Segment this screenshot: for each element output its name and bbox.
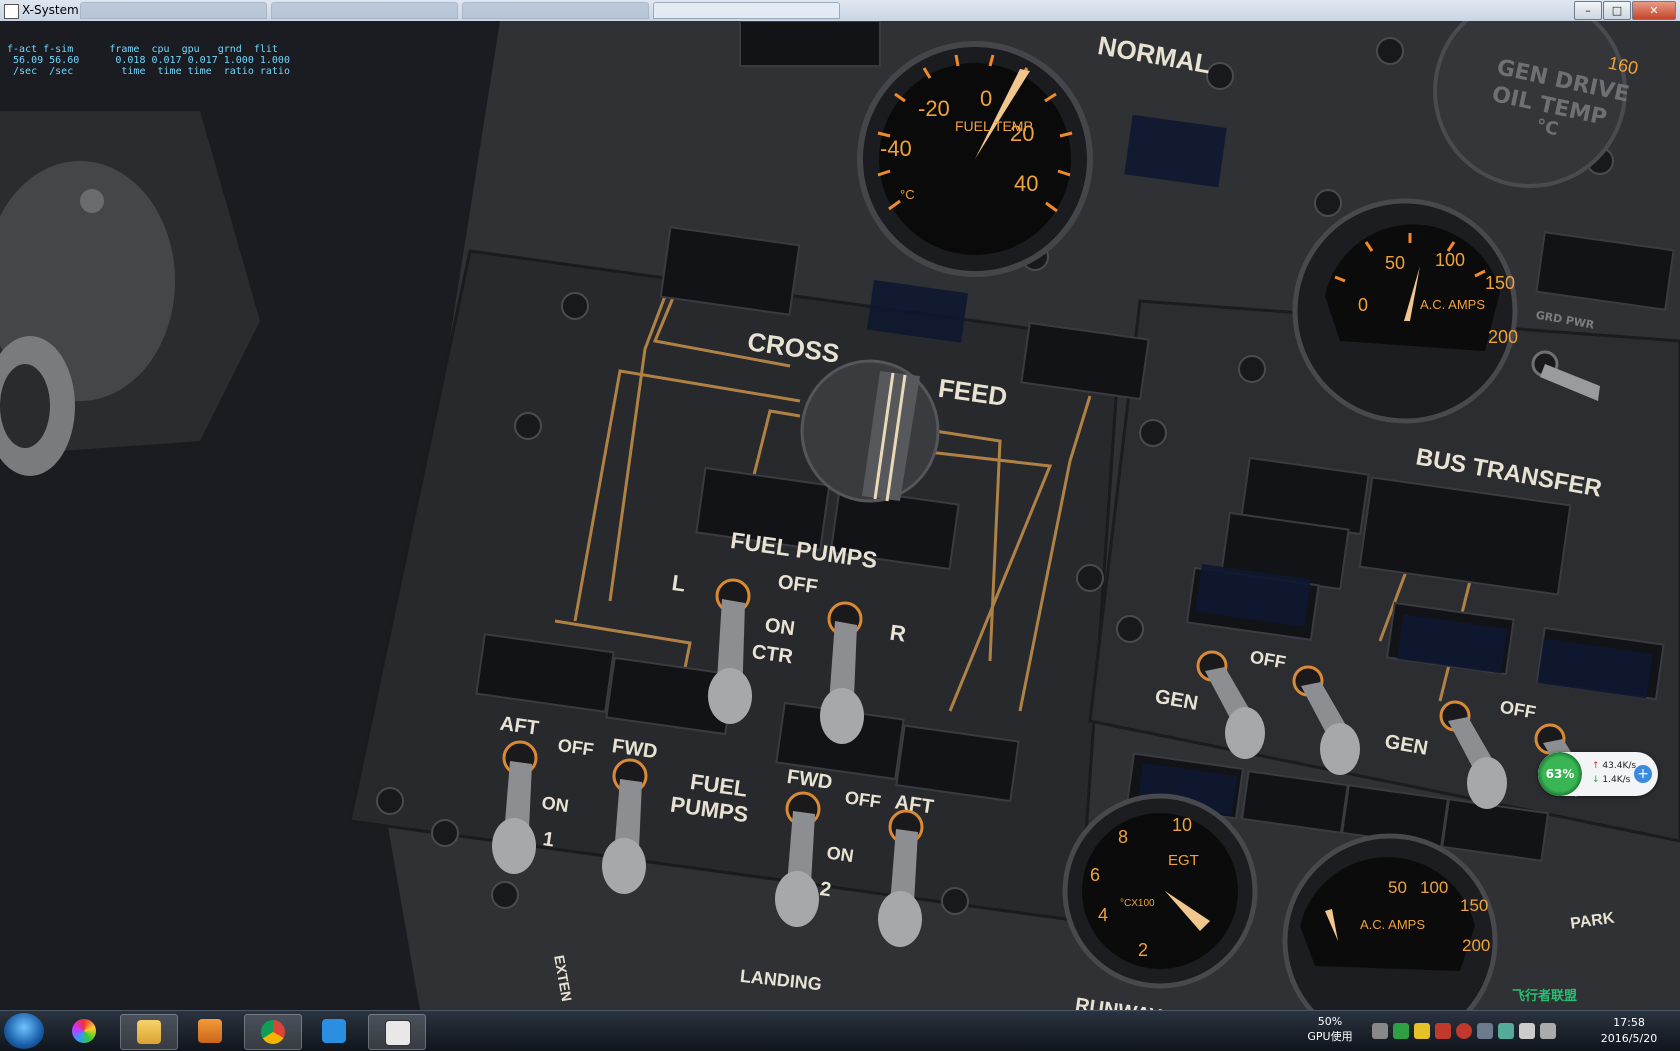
tab[interactable] (271, 2, 458, 19)
xplane-window-icon (385, 1020, 411, 1046)
package-icon (198, 1019, 222, 1043)
egt-tick: 6 (1090, 865, 1100, 885)
taskbar-app[interactable] (182, 1014, 238, 1048)
gpu-usage[interactable]: 50% GPU使用 (1300, 1014, 1360, 1044)
egt-tick: 10 (1172, 815, 1192, 835)
stats-line: /sec /sec time time time ratio ratio (7, 66, 290, 77)
upload-arrow-icon: ↑ (1592, 761, 1600, 771)
framerate-overlay: f-act f-sim frame cpu gpu grnd flit 56.0… (7, 44, 290, 77)
on-label-2: ON (826, 843, 856, 867)
tab[interactable] (462, 2, 649, 19)
plus-icon[interactable] (1414, 1023, 1430, 1039)
chrome-icon (261, 1020, 285, 1044)
fuel-temp-label: FUEL TEMP (955, 118, 1033, 134)
no-network-icon[interactable] (1435, 1023, 1451, 1039)
taskbar-app[interactable] (120, 1014, 178, 1050)
close-button[interactable]: ✕ (1632, 1, 1676, 20)
download-rate: ↓ 1.4K/s (1592, 775, 1631, 785)
memory-usage-ring[interactable]: 63% (1538, 752, 1582, 796)
ac-amps-tick: 200 (1488, 327, 1518, 347)
fuel-temp-tick: 40 (1014, 171, 1038, 196)
gpu-percent: 50% (1317, 1015, 1343, 1028)
background-tabs (80, 2, 840, 19)
taskbar-app[interactable] (306, 1014, 362, 1048)
egt-unit: °CX100 (1120, 898, 1155, 909)
egt-tick: 4 (1098, 905, 1108, 925)
colorful-app-icon (72, 1019, 96, 1043)
display-icon[interactable] (1540, 1023, 1556, 1039)
upload-rate: ↑ 43.4K/s (1592, 761, 1637, 771)
network-speed-widget[interactable]: 63% ↑ 43.4K/s ↓ 1.4K/s + (1538, 752, 1658, 796)
clock-date: 2016/5/20 (1600, 1032, 1658, 1045)
antivirus-icon[interactable] (1456, 1023, 1472, 1039)
ac-amps-tick: 100 (1435, 250, 1465, 270)
paper-plane-icon (322, 1019, 346, 1043)
minimize-button[interactable]: – (1574, 1, 1602, 20)
taskbar-app[interactable] (368, 1014, 426, 1050)
ac-amps-2-tick: 100 (1420, 878, 1448, 897)
simulator-viewport[interactable]: -40 -20 0 20 40 FUEL TEMP °C 0 50 100 15… (0, 21, 1680, 1010)
ac-amps-tick: 150 (1485, 273, 1515, 293)
on-label: ON (763, 614, 796, 640)
accelerate-button[interactable]: + (1634, 765, 1652, 783)
tab[interactable] (80, 2, 267, 19)
clock-time: 17:58 (1613, 1016, 1645, 1029)
egt-label: EGT (1168, 852, 1199, 869)
egt-tick: 2 (1138, 940, 1148, 960)
ac-amps-2-label: A.C. AMPS (1360, 917, 1425, 932)
download-arrow-icon: ↓ (1592, 775, 1600, 785)
user-icon[interactable] (1372, 1023, 1388, 1039)
fuel-temp-tick: 0 (980, 86, 992, 111)
stats-line: f-act f-sim frame cpu gpu grnd flit (7, 44, 278, 55)
window-title: X-System (22, 3, 79, 17)
on-label-1: ON (541, 793, 571, 817)
network-icon[interactable] (1477, 1023, 1493, 1039)
maximize-button[interactable]: □ (1603, 1, 1631, 20)
window-title-bar: X-System – □ ✕ (0, 0, 1680, 22)
ac-amps-2-tick: 50 (1388, 878, 1407, 897)
volume-icon[interactable] (1519, 1023, 1535, 1039)
taskbar-app[interactable] (56, 1014, 112, 1048)
cockpit-overhead-panel: -40 -20 0 20 40 FUEL TEMP °C 0 50 100 15… (0, 21, 1680, 1010)
ac-amps-label: A.C. AMPS (1420, 297, 1485, 312)
fuel-temp-tick: -40 (880, 136, 912, 161)
taskbar: 50% GPU使用 17:58 2016/5/20 (0, 1010, 1680, 1051)
gpu-label: GPU使用 (1307, 1030, 1353, 1043)
system-clock[interactable]: 17:58 2016/5/20 (1590, 1015, 1668, 1047)
ac-amps-tick: 0 (1358, 295, 1368, 315)
ac-amps-tick: 50 (1385, 253, 1405, 273)
shield-icon[interactable] (1393, 1023, 1409, 1039)
fuel-temp-unit: °C (900, 187, 915, 202)
battery-icon[interactable] (1498, 1023, 1514, 1039)
ac-amps-2-tick: 200 (1462, 936, 1490, 955)
file-explorer-icon (137, 1020, 161, 1044)
app-icon (4, 4, 19, 19)
taskbar-app[interactable] (244, 1014, 302, 1050)
windows-start-icon[interactable] (4, 1013, 44, 1049)
window-controls: – □ ✕ (1574, 1, 1676, 20)
egt-gauge (1062, 793, 1258, 989)
site-watermark: 飞行者联盟 (1512, 989, 1578, 1004)
tab[interactable] (653, 2, 840, 19)
egt-tick: 8 (1118, 827, 1128, 847)
fuel-temp-tick: -20 (918, 96, 950, 121)
ac-amps-2-tick: 150 (1460, 896, 1488, 915)
system-tray (1372, 1023, 1556, 1039)
stats-line: 56.09 56.60 0.018 0.017 0.017 1.000 1.00… (7, 55, 290, 66)
network-rates: ↑ 43.4K/s ↓ 1.4K/s (1592, 759, 1636, 787)
crossfeed-selector-knob (800, 359, 940, 503)
